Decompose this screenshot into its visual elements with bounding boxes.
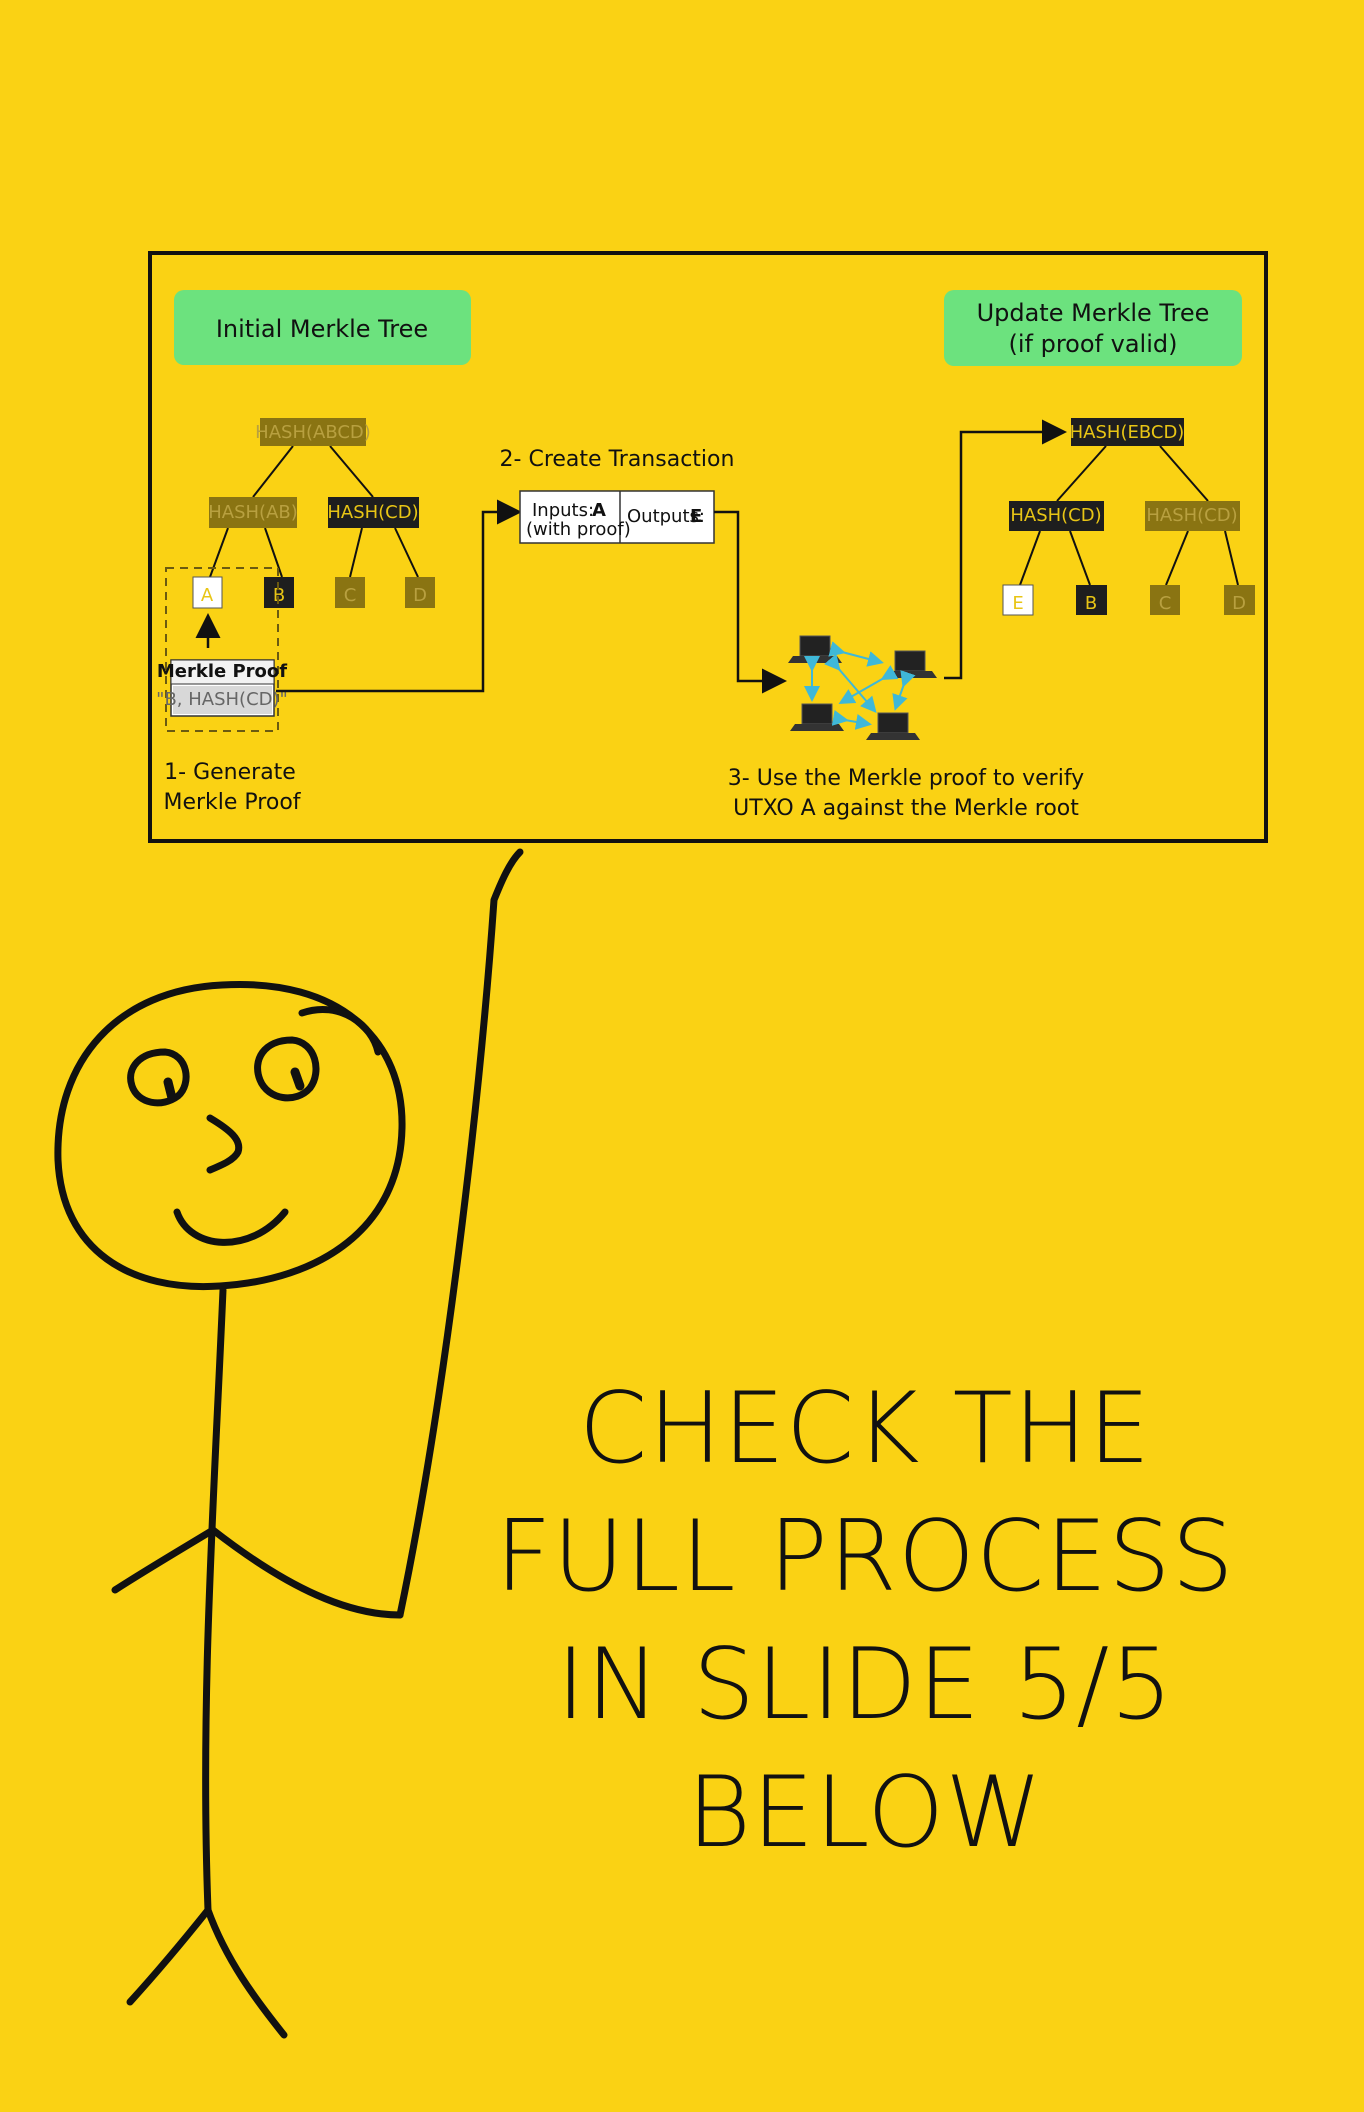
- svg-text:B: B: [1085, 593, 1097, 614]
- stick-figure-right-pupil: [290, 1067, 305, 1091]
- stick-figure-right-eye: [254, 1036, 320, 1102]
- merkle-proof-box: Merkle Proof "B, HASH(CD)": [156, 659, 288, 717]
- initial-left-label: HASH(AB): [208, 502, 298, 523]
- update-merkle-tree-pill: Update Merkle Tree (if proof valid): [944, 290, 1242, 366]
- proof-to-transaction-arrow: [276, 499, 522, 693]
- updated-root-label: HASH(EBCD): [1070, 422, 1185, 443]
- updated-tree-right: HASH(CD): [1145, 501, 1240, 531]
- update-merkle-tree-label: Update Merkle Tree: [977, 299, 1210, 327]
- updated-tree-left: HASH(CD): [1009, 501, 1104, 531]
- update-merkle-tree-condition: (if proof valid): [1009, 330, 1178, 358]
- svg-text:A: A: [201, 585, 214, 606]
- initial-tree-root: HASH(ABCD): [255, 418, 371, 446]
- laptop-icon: [883, 650, 937, 678]
- stick-figure-left-leg: [126, 1906, 212, 2006]
- call-to-action: CHECK THE FULL PROCESS IN SLIDE 5/5 BELO…: [440, 1365, 1290, 1877]
- transaction-inputs-value: A: [592, 500, 606, 521]
- merkle-proof-value: "B, HASH(CD)": [156, 689, 288, 710]
- transaction-inputs-note: (with proof): [526, 519, 631, 540]
- updated-tree-root: HASH(EBCD): [1070, 418, 1185, 446]
- svg-text:D: D: [413, 585, 427, 606]
- svg-text:C: C: [1159, 593, 1172, 614]
- step3-caption-line1: 3- Use the Merkle proof to verify: [728, 766, 1084, 791]
- cta-line-2: FULL PROCESS: [495, 1500, 1235, 1614]
- transaction-outputs-value: E: [690, 506, 702, 527]
- updated-left-label: HASH(CD): [1010, 505, 1101, 526]
- transaction-box: Inputs: A (with proof) Outputs: E: [519, 490, 715, 544]
- svg-text:C: C: [344, 585, 357, 606]
- initial-leaf-a: A: [192, 576, 223, 609]
- network-laptops: [788, 635, 937, 740]
- step2-caption: 2- Create Transaction: [500, 447, 735, 472]
- svg-text:E: E: [1012, 593, 1023, 614]
- stick-figure-body: [202, 1286, 227, 1914]
- cta-line-4: BELOW: [686, 1756, 1044, 1870]
- network-to-updated-root-arrow: [944, 419, 1067, 680]
- cta-line-3: IN SLIDE 5/5: [556, 1628, 1174, 1742]
- initial-merkle-tree-label: Initial Merkle Tree: [216, 315, 428, 343]
- initial-leaf-d: D: [405, 577, 435, 608]
- initial-right-label: HASH(CD): [327, 502, 418, 523]
- stick-figure-left-eye: [127, 1048, 190, 1107]
- initial-tree-left: HASH(AB): [208, 497, 298, 528]
- slide: Initial Merkle Tree Update Merkle Tree (…: [0, 0, 1364, 2112]
- updated-leaf-d: D: [1224, 585, 1255, 615]
- updated-right-label: HASH(CD): [1146, 505, 1237, 526]
- updated-leaf-e: E: [1002, 584, 1034, 616]
- initial-tree-right: HASH(CD): [327, 497, 419, 528]
- initial-leaf-c: C: [335, 577, 365, 608]
- transaction-to-network-arrow: [714, 510, 787, 694]
- stick-figure-right-arm: [209, 1526, 404, 1619]
- step3-caption-line2: UTXO A against the Merkle root: [733, 796, 1079, 821]
- updated-leaf-b: B: [1076, 585, 1107, 615]
- stick-figure-left-pupil: [163, 1077, 177, 1103]
- updated-leaf-c: C: [1150, 585, 1180, 615]
- step1-caption-line1: 1- Generate: [164, 760, 296, 785]
- laptop-icon: [866, 712, 920, 740]
- transaction-inputs-label: Inputs:: [532, 500, 594, 521]
- initial-merkle-tree-pill: Initial Merkle Tree: [174, 290, 471, 365]
- cta-line-1: CHECK THE: [578, 1372, 1152, 1486]
- merkle-proof-title: Merkle Proof: [157, 661, 287, 682]
- stick-figure-hair: [298, 1005, 382, 1056]
- step1-caption-line2: Merkle Proof: [163, 790, 301, 815]
- stick-figure-left-arm: [111, 1526, 217, 1594]
- initial-root-label: HASH(ABCD): [255, 422, 371, 443]
- stick-figure-smile: [173, 1208, 289, 1246]
- svg-text:D: D: [1232, 593, 1246, 614]
- laptop-icon: [790, 703, 844, 731]
- stick-figure-right-leg: [204, 1906, 288, 2039]
- laptop-icon: [788, 635, 842, 663]
- stick-figure-nose: [206, 1114, 243, 1174]
